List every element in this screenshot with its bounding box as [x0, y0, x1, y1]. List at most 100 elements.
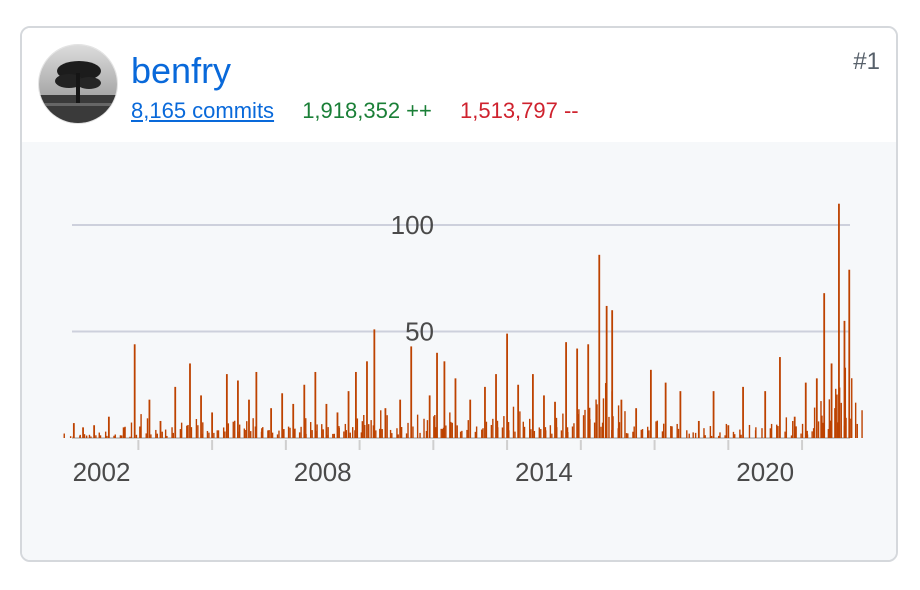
activity-bar	[90, 436, 92, 438]
activity-spike	[373, 329, 376, 438]
activity-bar	[375, 430, 377, 438]
activity-bar	[129, 436, 131, 438]
activity-bar	[397, 434, 399, 438]
activity-bar	[445, 425, 447, 438]
activity-spike	[133, 344, 136, 438]
activity-bar	[740, 434, 742, 438]
activity-bar	[656, 420, 658, 438]
activity-bar	[482, 428, 484, 438]
activity-bar	[114, 434, 116, 438]
activity-bar	[817, 421, 820, 438]
username-link[interactable]: benfry	[131, 50, 231, 92]
activity-bar	[608, 416, 610, 438]
activity-spike	[174, 386, 177, 438]
activity-bar	[784, 431, 786, 438]
activity-bar	[490, 424, 493, 438]
activity-bar	[364, 424, 366, 438]
activity-bar	[709, 426, 712, 438]
activity-bar	[806, 430, 808, 438]
activity-bar	[466, 429, 468, 438]
activity-bar	[267, 430, 269, 438]
activity-bar	[641, 429, 644, 438]
activity-bar	[769, 428, 772, 438]
activity-bar	[617, 428, 619, 438]
activity-bar	[419, 432, 421, 438]
activity-spike	[436, 352, 438, 438]
activity-bar	[748, 424, 751, 438]
activity-bar	[260, 431, 263, 438]
activity-bar	[761, 428, 763, 438]
activity-bar	[106, 435, 108, 438]
activity-bar	[492, 418, 494, 438]
activity-spike	[366, 361, 368, 438]
activity-bar	[600, 426, 602, 438]
commits-link[interactable]: 8,165 commits	[131, 98, 274, 123]
activity-bar	[710, 435, 713, 438]
activity-spike	[848, 269, 851, 438]
activity-bar	[450, 421, 452, 438]
activity-spike	[314, 371, 317, 438]
activity-bar	[276, 434, 279, 438]
activity-spike	[804, 382, 807, 438]
activity-bar	[719, 432, 721, 438]
activity-bar	[252, 418, 254, 438]
activity-bar	[632, 431, 634, 438]
activity-bar	[732, 431, 735, 438]
activity-bar	[79, 435, 81, 438]
activity-bar	[83, 434, 86, 438]
activity-spike	[399, 399, 402, 438]
activity-bar	[625, 433, 628, 438]
activity-spike	[292, 403, 295, 438]
activity-spike	[605, 305, 608, 438]
activity-bar	[662, 423, 665, 438]
activity-bar	[187, 424, 189, 438]
activity-bar	[349, 432, 351, 438]
activity-spike	[93, 425, 96, 438]
activity-bar	[633, 426, 635, 438]
activity-bar	[400, 427, 403, 438]
activity-bar	[611, 429, 613, 438]
activity-bar	[186, 425, 188, 438]
activity-bar	[496, 420, 499, 438]
activity-spike	[565, 342, 567, 438]
activity-spike	[325, 403, 328, 438]
activity-bar	[140, 414, 142, 438]
activity-bar	[530, 429, 532, 438]
activity-spike	[598, 254, 601, 438]
activity-spike	[793, 416, 796, 438]
activity-bar	[734, 434, 736, 438]
activity-bar	[85, 435, 88, 438]
activity-bar	[69, 436, 72, 438]
activity-bar	[389, 429, 392, 438]
activity-bar	[391, 433, 393, 438]
activity-bar	[179, 429, 182, 438]
y-tick-label: 50	[405, 317, 434, 347]
activity-bar	[474, 431, 477, 438]
activity-bar	[120, 435, 123, 438]
activity-bar	[566, 427, 569, 438]
activity-spike	[211, 412, 214, 438]
avatar[interactable]	[38, 44, 118, 124]
activity-spike	[189, 363, 191, 438]
activity-bar	[677, 428, 680, 438]
activity-bar	[222, 427, 225, 438]
activity-spike	[543, 395, 545, 438]
activity-bar	[155, 429, 157, 438]
chart-area: 50 100 2002 2008 2014 2020	[22, 142, 896, 560]
activity-bar	[72, 436, 75, 438]
activity-bar	[507, 422, 510, 438]
activity-bar	[811, 431, 813, 438]
activity-spike	[454, 378, 457, 438]
x-tick-label: 2002	[73, 457, 131, 487]
activity-bar	[156, 433, 158, 438]
activity-spike	[611, 310, 614, 438]
activity-bar	[792, 421, 794, 438]
x-tick-label: 2008	[294, 457, 352, 487]
activity-bar	[601, 422, 604, 438]
activity-spike	[255, 371, 258, 438]
activity-bar	[549, 425, 552, 438]
activity-bar	[475, 426, 478, 438]
activity-bar	[485, 421, 488, 438]
activity-spike	[107, 416, 110, 438]
activity-bar	[268, 430, 270, 438]
